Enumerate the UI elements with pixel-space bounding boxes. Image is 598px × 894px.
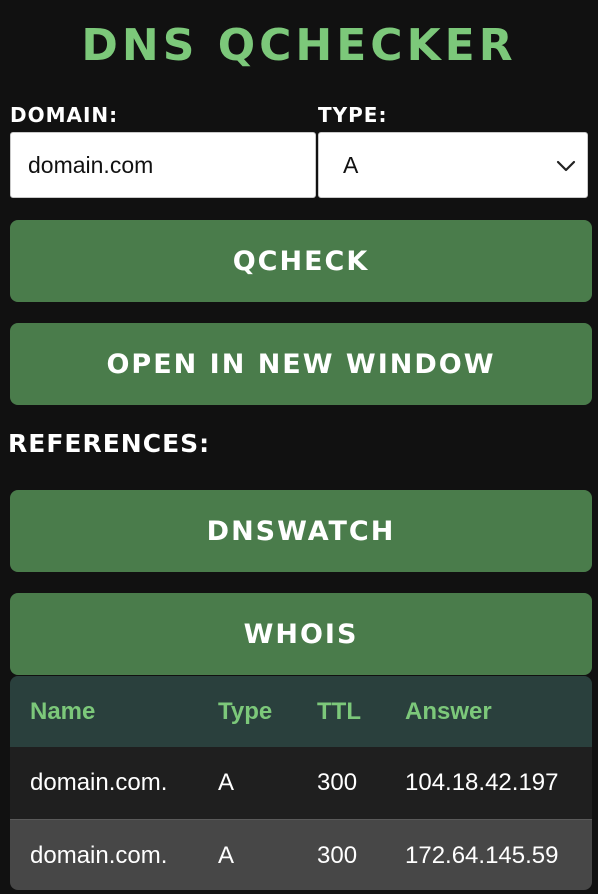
- domain-input-value: domain.com: [28, 151, 154, 178]
- chevron-down-icon: [556, 160, 576, 172]
- cell-ttl: 300: [317, 841, 358, 869]
- domain-input[interactable]: domain.com: [10, 132, 316, 198]
- header-answer: Answer: [405, 697, 492, 725]
- references-heading: REFERENCES:: [8, 429, 211, 458]
- cell-name: domain.com.: [30, 841, 168, 869]
- cell-ttl: 300: [317, 769, 358, 796]
- type-select[interactable]: A: [318, 132, 588, 198]
- cell-answer: 104.18.42.197: [405, 769, 559, 796]
- cell-answer: 172.64.145.59: [405, 841, 559, 869]
- qcheck-button-label: QCHECK: [232, 245, 370, 277]
- header-ttl: TTL: [317, 697, 361, 725]
- type-label: TYPE:: [318, 103, 388, 127]
- dnswatch-button-label: DNSWATCH: [206, 515, 396, 547]
- qcheck-button[interactable]: QCHECK: [10, 220, 592, 302]
- cell-type: A: [218, 841, 235, 869]
- dnswatch-button[interactable]: DNSWATCH: [10, 490, 592, 572]
- open-in-new-window-button[interactable]: OPEN IN NEW WINDOW: [10, 323, 592, 405]
- domain-label: DOMAIN:: [10, 103, 119, 127]
- whois-button-label: WHOIS: [243, 618, 359, 650]
- open-in-new-window-button-label: OPEN IN NEW WINDOW: [106, 348, 496, 380]
- header-name: Name: [30, 697, 96, 725]
- whois-button[interactable]: WHOIS: [10, 593, 592, 675]
- results-table: Name Type TTL Answer domain.com. A 300 1…: [10, 676, 592, 890]
- cell-name: domain.com.: [30, 769, 168, 796]
- table-header-row: Name Type TTL Answer: [10, 676, 592, 747]
- table-row: domain.com. A 300 172.64.145.59: [10, 819, 592, 890]
- header-type: Type: [218, 697, 273, 725]
- page-title: DNS QCHECKER: [81, 20, 517, 71]
- type-select-value: A: [343, 151, 359, 178]
- table-row: domain.com. A 300 104.18.42.197: [10, 747, 592, 819]
- cell-type: A: [218, 769, 235, 796]
